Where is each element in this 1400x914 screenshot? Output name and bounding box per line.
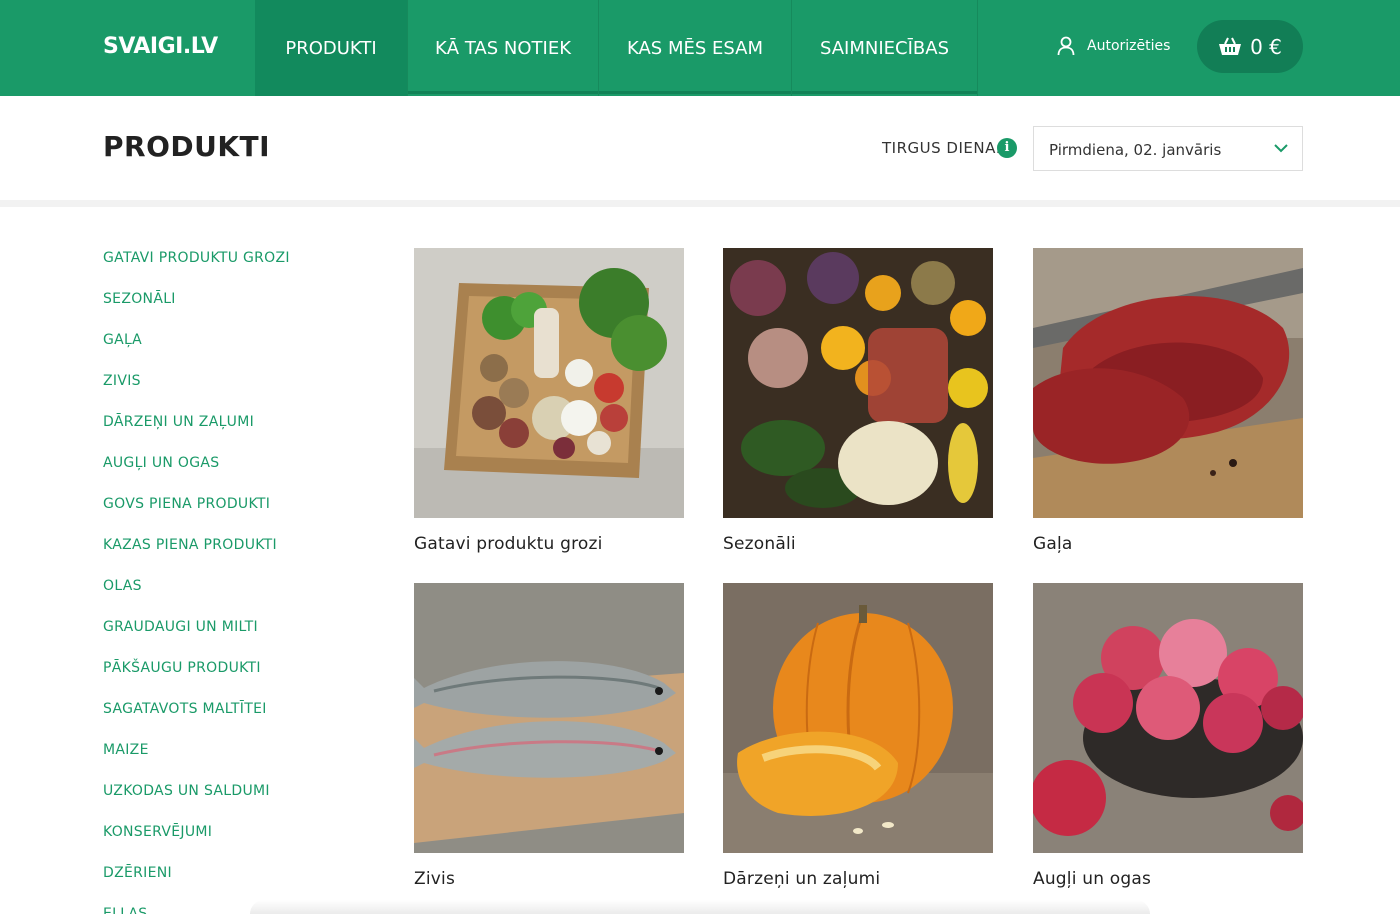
cart-button[interactable]: 0 € (1197, 20, 1303, 73)
nav-item-kas-mes-esam[interactable]: KAS MĒS ESAM (599, 0, 792, 96)
sidebar-item-kazas-piena-produkti[interactable]: KAZAS PIENA PRODUKTI (103, 535, 363, 576)
product-card[interactable]: Augļi un ogas (1033, 583, 1303, 889)
product-label: Sezonāli (723, 534, 796, 554)
nav-item-saimniecibas[interactable]: SAIMNIECĪBAS (792, 0, 978, 96)
apples-image (1033, 583, 1303, 853)
sidebar-item-sezonali[interactable]: SEZONĀLI (103, 289, 363, 330)
sidebar-item-graudaugi-un-milti[interactable]: GRAUDAUGI UN MILTI (103, 617, 363, 658)
produce-box-image (414, 248, 684, 518)
category-sidebar: GATAVI PRODUKTU GROZI SEZONĀLI GAĻA ZIVI… (103, 248, 363, 914)
trout-image (414, 583, 684, 853)
sidebar-item-darzeni-un-zalumi[interactable]: DĀRZEŅI UN ZAĻUMI (103, 412, 363, 453)
basket-icon (1219, 37, 1242, 55)
site-logo[interactable]: SVAIGI.LV (103, 34, 218, 59)
product-card[interactable]: Gatavi produktu grozi (414, 248, 684, 554)
login-link[interactable]: Autorizēties (1057, 36, 1170, 56)
sidebar-item-paksaugu-produkti[interactable]: PĀKŠAUGU PRODUKTI (103, 658, 363, 699)
product-label: Gaļa (1033, 534, 1073, 554)
user-icon (1057, 36, 1075, 56)
product-card[interactable]: Dārzeņi un zaļumi (723, 583, 993, 889)
nav-item-ka-tas-notiek[interactable]: KĀ TAS NOTIEK (408, 0, 599, 96)
product-label: Zivis (414, 869, 456, 889)
cart-total: 0 € (1250, 34, 1282, 59)
sidebar-item-dzerieni[interactable]: DZĒRIENI (103, 863, 363, 904)
sidebar-item-sagatavots-maltitei[interactable]: SAGATAVOTS MALTĪTEI (103, 699, 363, 740)
main-nav: PRODUKTI KĀ TAS NOTIEK KAS MĒS ESAM SAIM… (255, 0, 978, 96)
product-label: Dārzeņi un zaļumi (723, 869, 881, 889)
sidebar-item-gatavi-produktu-grozi[interactable]: GATAVI PRODUKTU GROZI (103, 248, 363, 289)
sidebar-item-uzkodas-un-saldumi[interactable]: UZKODAS UN SALDUMI (103, 781, 363, 822)
sidebar-item-maize[interactable]: MAIZE (103, 740, 363, 781)
sidebar-item-zivis[interactable]: ZIVIS (103, 371, 363, 412)
market-day-select[interactable]: Pirmdiena, 02. janvāris (1033, 126, 1303, 171)
pumpkin-image (723, 583, 993, 853)
beef-steak-image (1033, 248, 1303, 518)
top-navigation-bar: SVAIGI.LV PRODUKTI KĀ TAS NOTIEK KAS MĒS… (0, 0, 1400, 96)
sidebar-item-govs-piena-produkti[interactable]: GOVS PIENA PRODUKTI (103, 494, 363, 535)
market-day-label: TIRGUS DIENA: (882, 139, 1002, 157)
nav-item-produkti[interactable]: PRODUKTI (255, 0, 408, 96)
product-card[interactable]: Zivis (414, 583, 684, 889)
product-label: Gatavi produktu grozi (414, 534, 603, 554)
product-card[interactable]: Sezonāli (723, 248, 993, 554)
market-day-value: Pirmdiena, 02. janvāris (1049, 141, 1222, 159)
section-divider (0, 200, 1400, 207)
sidebar-item-konservejumi[interactable]: KONSERVĒJUMI (103, 822, 363, 863)
sidebar-item-augli-un-ogas[interactable]: AUGĻI UN OGAS (103, 453, 363, 494)
sidebar-item-gala[interactable]: GAĻA (103, 330, 363, 371)
bottom-fade (250, 900, 1150, 914)
product-label: Augļi un ogas (1033, 869, 1152, 889)
page-header: PRODUKTI TIRGUS DIENA: i Pirmdiena, 02. … (0, 96, 1400, 200)
seasonal-vegetables-image (723, 248, 993, 518)
chevron-down-icon (1274, 144, 1288, 153)
product-card[interactable]: Gaļa (1033, 248, 1303, 554)
sidebar-item-olas[interactable]: OLAS (103, 576, 363, 617)
info-icon[interactable]: i (997, 138, 1017, 158)
login-label: Autorizēties (1087, 38, 1171, 54)
page-title: PRODUKTI (103, 130, 271, 163)
